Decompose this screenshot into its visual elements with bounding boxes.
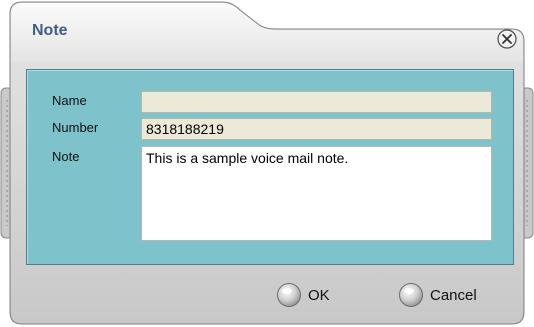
close-icon[interactable] <box>496 28 518 50</box>
note-dialog-window: Note Name Number Note This is a sample v… <box>0 0 534 327</box>
number-field[interactable] <box>141 118 492 140</box>
orb-icon <box>399 283 423 307</box>
ok-button[interactable]: OK <box>276 281 330 309</box>
name-label: Name <box>52 93 87 108</box>
note-textarea[interactable]: This is a sample voice mail note. <box>141 146 492 241</box>
cancel-button[interactable]: Cancel <box>398 281 477 309</box>
ok-button-label: OK <box>308 286 330 304</box>
number-label: Number <box>52 120 99 135</box>
orb-icon <box>277 283 301 307</box>
dialog-title: Note <box>32 22 68 39</box>
cancel-button-label: Cancel <box>430 286 477 304</box>
note-label: Note <box>52 149 80 164</box>
name-field[interactable] <box>141 91 492 113</box>
